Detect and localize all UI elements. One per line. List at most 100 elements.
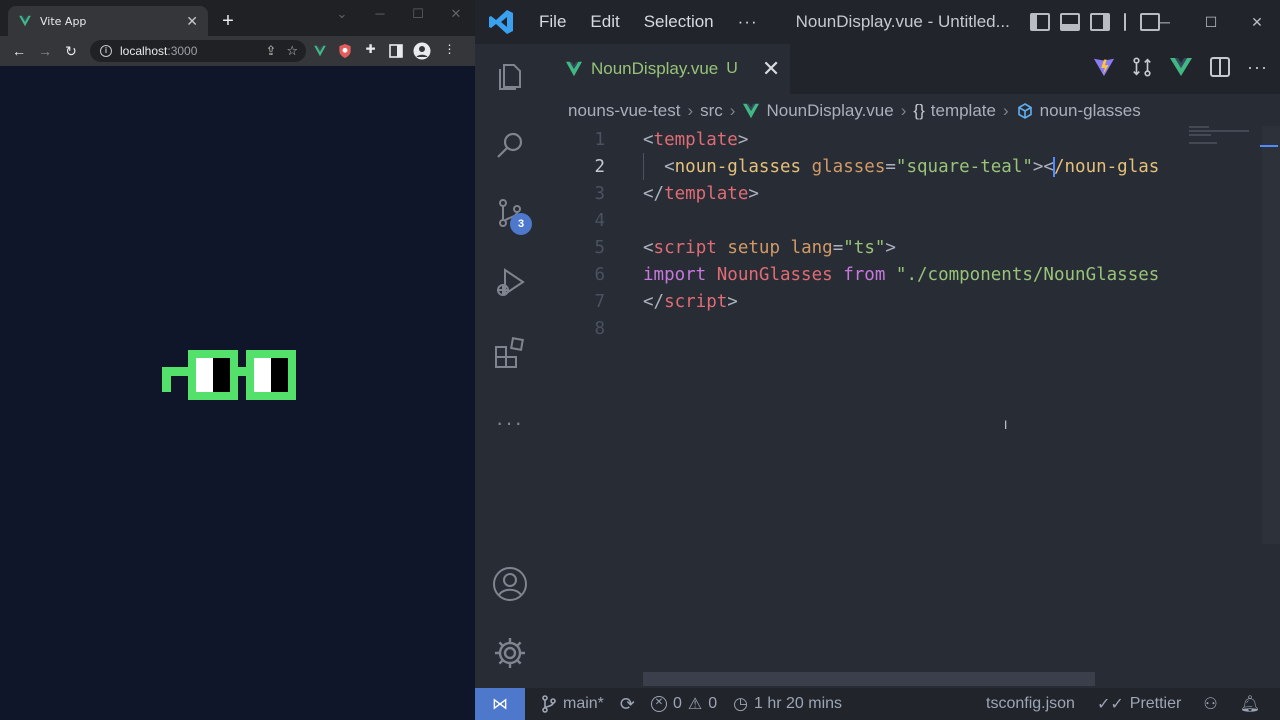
toggle-panel-icon[interactable] [1059, 13, 1080, 31]
code-line: 4 [545, 207, 1225, 234]
noun-glasses-image [162, 350, 296, 400]
tab-label: NounDisplay.vue [591, 59, 719, 78]
tsconfig-indicator[interactable]: tsconfig.json [986, 695, 1075, 713]
profile-avatar-icon[interactable] [413, 42, 431, 60]
minimize-button[interactable]: ─ [1142, 0, 1188, 44]
compare-changes-icon[interactable] [1131, 56, 1153, 78]
line-number: 5 [594, 237, 605, 258]
accounts-button[interactable] [475, 557, 545, 611]
url-host: localhost [120, 44, 168, 58]
feedback-button[interactable]: ⚇ [1203, 694, 1217, 714]
toggle-primary-sidebar-icon[interactable] [1029, 13, 1050, 31]
vue-favicon-icon [19, 15, 31, 27]
minimap[interactable] [1189, 126, 1261, 146]
share-icon[interactable]: ⇪ [265, 43, 276, 59]
branch-name: main* [563, 695, 604, 712]
maximize-button[interactable]: ☐ [1188, 0, 1234, 44]
run-debug-button[interactable] [475, 256, 545, 310]
breadcrumb-template[interactable]: template [931, 101, 996, 121]
url-port: :3000 [167, 44, 198, 58]
source-control-button[interactable]: 3 [475, 186, 545, 240]
bell-icon: 🔔︎ [1239, 696, 1260, 713]
reload-icon[interactable]: ↻ [58, 43, 84, 60]
forward-arrow-icon[interactable]: → [32, 43, 58, 59]
breadcrumb-element[interactable]: noun-glasses [1040, 101, 1141, 121]
vue-devtools-icon[interactable] [1169, 57, 1193, 77]
back-arrow-icon[interactable]: ← [6, 43, 32, 59]
run-debug-icon [497, 268, 525, 296]
notifications-button[interactable]: 🔔︎ [1240, 694, 1260, 714]
error-count: 0 [673, 695, 682, 712]
breadcrumb-file[interactable]: NounDisplay.vue [766, 101, 893, 121]
chevron-right-icon: › [687, 101, 694, 120]
account-icon [493, 567, 527, 601]
side-panel-icon[interactable] [389, 44, 403, 58]
close-window-button[interactable]: ✕ [1234, 0, 1280, 44]
more-actions-icon[interactable]: ··· [1247, 57, 1268, 78]
shield-icon[interactable] [338, 43, 352, 59]
warning-count: 0 [708, 695, 718, 712]
code-line: 8 [545, 315, 1225, 342]
files-icon [499, 64, 521, 90]
editor-tab-bar: NounDisplay.vue U ✕ ··· [545, 44, 1280, 94]
search-icon [497, 132, 523, 158]
new-tab-button[interactable]: + [216, 8, 240, 34]
branch-indicator[interactable]: main* [541, 695, 604, 713]
horizontal-scrollbar[interactable] [643, 672, 1095, 686]
cube-icon [1017, 103, 1032, 119]
cursor-position-marker [1260, 145, 1278, 147]
remote-indicator-button[interactable]: ⋈ [475, 688, 525, 720]
menu-file[interactable]: File [527, 12, 578, 32]
chevron-down-icon[interactable]: ⌄ [323, 0, 361, 28]
minimize-button[interactable]: ─ [361, 0, 399, 28]
explorer-button[interactable] [475, 50, 545, 104]
manage-button[interactable] [475, 626, 545, 680]
site-info-icon[interactable]: i [100, 45, 112, 57]
code-line: 3 </template> [545, 180, 1225, 207]
warning-icon: ⚠ [687, 696, 703, 713]
code-editor[interactable]: 1 <template> 2 <noun-glasses glasses="sq… [545, 126, 1280, 686]
vscode-logo-icon [489, 10, 513, 34]
problems-indicator[interactable]: ✕ 0 ⚠ 0 [651, 694, 717, 714]
extensions-button[interactable] [475, 326, 545, 380]
split-editor-icon[interactable] [1209, 56, 1231, 78]
breadcrumb-src[interactable]: src [700, 101, 723, 121]
error-icon: ✕ [651, 696, 667, 712]
close-window-button[interactable]: ✕ [437, 0, 475, 28]
sync-button[interactable]: ⟳ [620, 694, 635, 715]
browser-toolbar: ← → ↻ i localhost:3000 ⇪ ☆ ✚ ⋮ [0, 36, 475, 66]
scm-count-badge: 3 [510, 213, 532, 235]
maximize-button[interactable]: ☐ [399, 0, 437, 28]
time-tracker[interactable]: ◷ 1 hr 20 mins [733, 694, 842, 714]
vue-devtools-icon[interactable] [312, 44, 328, 58]
more-views-button[interactable]: ··· [475, 396, 545, 450]
tab-noundisplay-vue[interactable]: NounDisplay.vue U ✕ [545, 44, 790, 94]
url-text: localhost:3000 [120, 44, 197, 58]
chevron-right-icon: › [729, 101, 736, 120]
address-bar[interactable]: i localhost:3000 ⇪ ☆ [90, 40, 306, 62]
extensions-icon [495, 337, 524, 368]
customize-layout-icon[interactable] [1123, 13, 1126, 31]
line-number: 4 [594, 210, 605, 231]
vertical-scrollbar[interactable] [1262, 126, 1280, 544]
toggle-secondary-sidebar-icon[interactable] [1089, 13, 1110, 31]
close-tab-icon[interactable]: ✕ [186, 13, 198, 30]
bookmark-star-icon[interactable]: ☆ [286, 43, 298, 59]
double-check-icon: ✓✓ [1096, 696, 1124, 713]
chevron-right-icon: › [900, 101, 907, 120]
browser-menu-icon[interactable]: ⋮ [441, 42, 458, 60]
gear-icon [495, 638, 525, 668]
search-button[interactable] [475, 118, 545, 172]
browser-tab[interactable]: Vite App ✕ [8, 6, 208, 36]
editor-actions: ··· [1093, 56, 1268, 78]
vite-icon[interactable] [1093, 56, 1115, 78]
close-icon[interactable]: ✕ [762, 56, 780, 82]
line-number: 7 [594, 291, 605, 312]
code-line: 1 <template> [545, 126, 1225, 153]
menu-selection[interactable]: Selection [632, 12, 726, 32]
prettier-indicator[interactable]: ✓✓ Prettier [1097, 694, 1181, 714]
menu-more[interactable]: ··· [726, 12, 770, 32]
menu-edit[interactable]: Edit [578, 12, 631, 32]
breadcrumb-folder[interactable]: nouns-vue-test [568, 101, 680, 121]
extensions-puzzle-icon[interactable]: ✚ [362, 42, 379, 60]
